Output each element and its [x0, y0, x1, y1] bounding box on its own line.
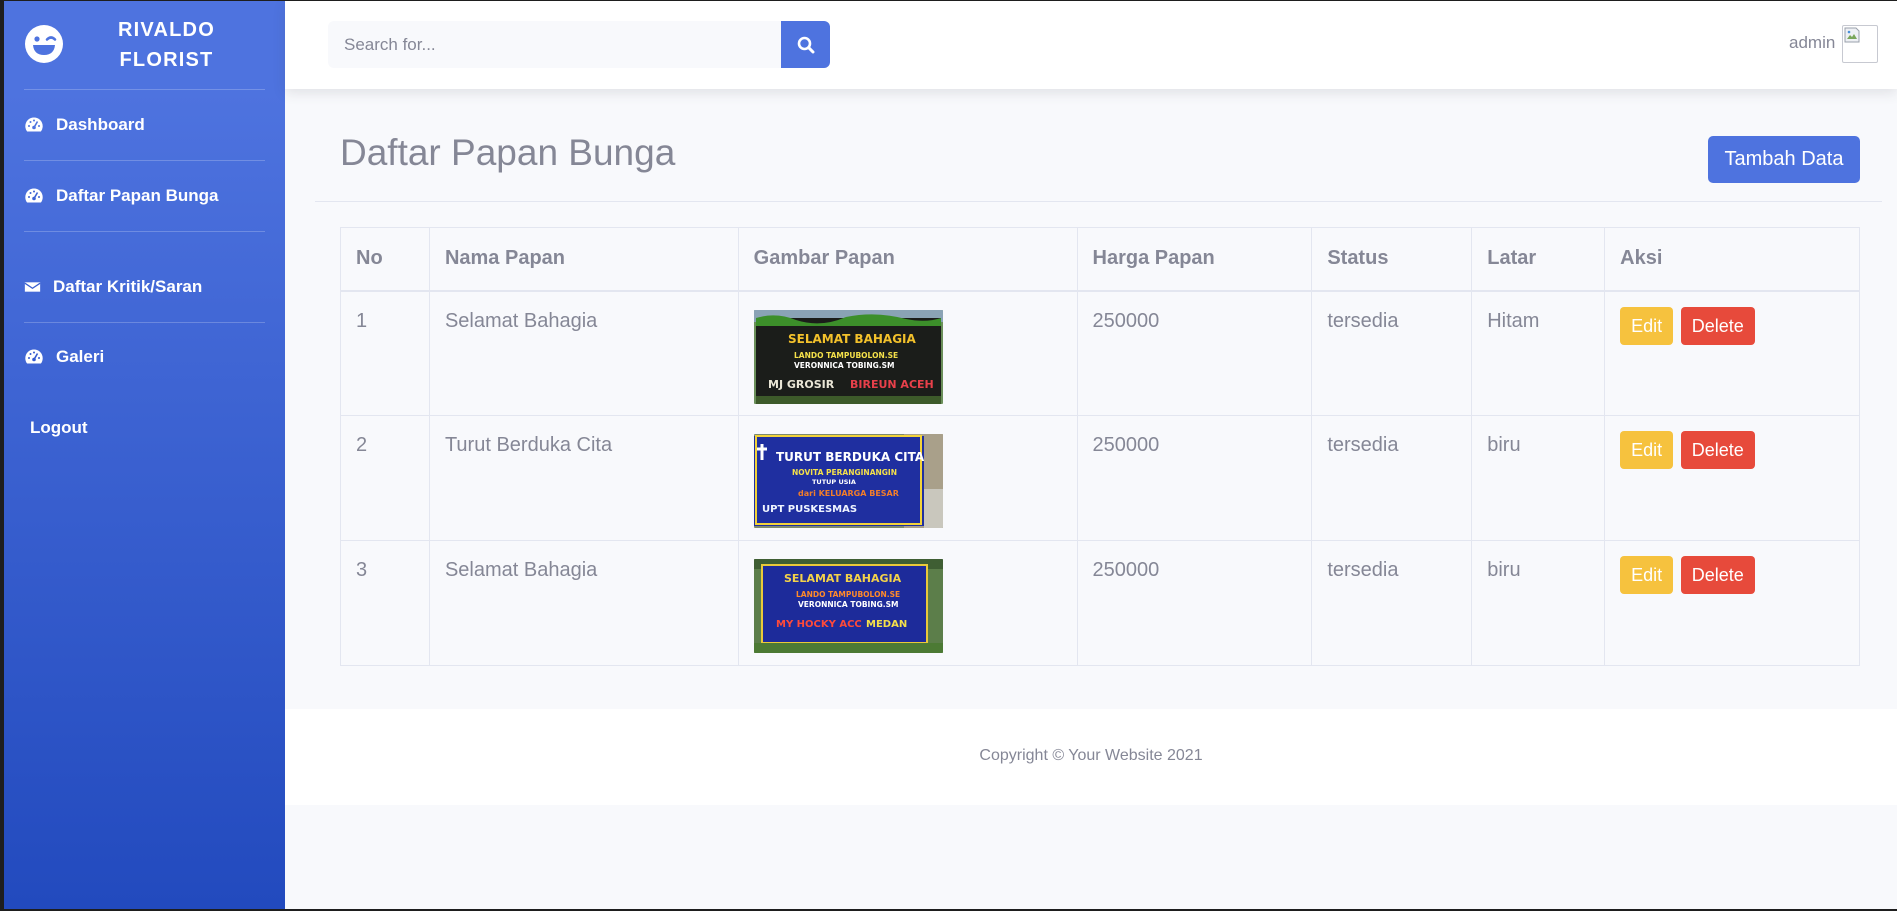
- cell-harga-papan: 250000: [1076, 290, 1313, 416]
- cell-latar: biru: [1471, 540, 1606, 666]
- sidebar-item-label: Dashboard: [56, 115, 145, 134]
- cell-nama-papan: Selamat Bahagia: [428, 540, 739, 666]
- cell-gambar-papan: SELAMAT BAHAGIA LANDO TAMPUBOLON.SE VERO…: [737, 290, 1078, 416]
- cell-no: 1: [340, 290, 430, 416]
- delete-button[interactable]: Delete: [1680, 431, 1755, 469]
- data-table: No Nama Papan Gambar Papan Harga Papan S…: [340, 227, 1860, 666]
- board-image: SELAMAT BAHAGIA LANDO TAMPUBOLON.SE VERO…: [753, 559, 943, 653]
- delete-button[interactable]: Delete: [1680, 556, 1755, 594]
- tachometer-icon: [25, 349, 43, 364]
- column-header-nama-papan: Nama Papan: [428, 227, 739, 292]
- board-image: TURUT BERDUKA CITA NOVITA PERANGINANGIN …: [753, 434, 943, 528]
- heading-divider: [315, 201, 1882, 202]
- copyright-text: Copyright © Your Website 2021: [979, 747, 1203, 764]
- svg-text:BIREUN ACEH: BIREUN ACEH: [850, 378, 934, 391]
- user-name[interactable]: admin: [1789, 33, 1835, 53]
- sidebar-item-label: Galeri: [56, 347, 105, 366]
- svg-text:UPT PUSKESMAS: UPT PUSKESMAS: [762, 504, 857, 515]
- svg-text:SELAMAT BAHAGIA: SELAMAT BAHAGIA: [784, 572, 902, 585]
- cell-gambar-papan: TURUT BERDUKA CITA NOVITA PERANGINANGIN …: [737, 415, 1078, 541]
- sidebar-item-daftar-papan-bunga[interactable]: Daftar Papan Bunga: [24, 181, 218, 211]
- cell-status: tersedia: [1311, 540, 1473, 666]
- search-input[interactable]: [328, 21, 781, 68]
- table-row: 2 Turut Berduka Cita TURUT BERDUKA CITA …: [340, 415, 1860, 541]
- sidebar: RIVALDO FLORIST Dashboard Daftar Papan B…: [4, 1, 285, 909]
- edit-button[interactable]: Edit: [1620, 556, 1674, 594]
- sidebar-brand[interactable]: RIVALDO FLORIST: [4, 1, 285, 89]
- sidebar-item-logout[interactable]: Logout: [30, 413, 88, 443]
- svg-text:LANDO TAMPUBOLON.SE: LANDO TAMPUBOLON.SE: [794, 351, 898, 360]
- tachometer-icon: [25, 117, 43, 132]
- svg-text:TUTUP USIA: TUTUP USIA: [812, 478, 856, 486]
- column-header-status: Status: [1311, 227, 1473, 292]
- sidebar-item-label: Daftar Papan Bunga: [56, 186, 219, 205]
- cell-gambar-papan: SELAMAT BAHAGIA LANDO TAMPUBOLON.SE VERO…: [737, 540, 1078, 666]
- sidebar-item-label: Logout: [30, 418, 88, 437]
- table-header-row: No Nama Papan Gambar Papan Harga Papan S…: [340, 227, 1860, 292]
- delete-button[interactable]: Delete: [1680, 306, 1755, 345]
- svg-text:MEDAN: MEDAN: [866, 619, 907, 630]
- cell-aksi: Edit Delete: [1604, 415, 1860, 541]
- cell-no: 3: [340, 540, 430, 666]
- sidebar-divider: [24, 322, 265, 323]
- column-header-aksi: Aksi: [1604, 227, 1860, 292]
- table-row: 3 Selamat Bahagia SELAMAT BAHAGIA LANDO …: [340, 540, 1860, 666]
- cell-harga-papan: 250000: [1076, 540, 1313, 666]
- table-row: 1 Selamat Bahagia SELAMAT BAHAGIA LANDO …: [340, 290, 1860, 416]
- svg-text:MJ GROSIR: MJ GROSIR: [768, 378, 835, 391]
- column-header-harga-papan: Harga Papan: [1076, 227, 1313, 292]
- column-header-gambar-papan: Gambar Papan: [737, 227, 1078, 292]
- brand-name: RIVALDO FLORIST: [118, 19, 215, 71]
- cell-latar: Hitam: [1471, 290, 1606, 416]
- column-header-no: No: [340, 227, 430, 292]
- broken-image-icon: [1844, 27, 1860, 43]
- sidebar-divider: [24, 89, 265, 90]
- sidebar-divider: [24, 160, 265, 161]
- sidebar-item-label: Daftar Kritik/Saran: [53, 277, 203, 296]
- envelope-icon: [24, 282, 41, 292]
- svg-text:NOVITA PERANGINANGIN: NOVITA PERANGINANGIN: [792, 468, 897, 477]
- search-button[interactable]: [781, 21, 830, 68]
- cell-aksi: Edit Delete: [1604, 290, 1860, 416]
- topbar: admin: [285, 1, 1897, 89]
- footer: Copyright © Your Website 2021: [285, 709, 1897, 805]
- column-header-latar: Latar: [1471, 227, 1606, 292]
- svg-text:VERONNICA TOBING.SM: VERONNICA TOBING.SM: [798, 600, 899, 609]
- cell-aksi: Edit Delete: [1604, 540, 1860, 666]
- svg-text:MY HOCKY ACC: MY HOCKY ACC: [776, 619, 862, 630]
- cell-nama-papan: Turut Berduka Cita: [428, 415, 739, 541]
- cell-status: tersedia: [1311, 415, 1473, 541]
- sidebar-item-dashboard[interactable]: Dashboard: [24, 110, 145, 140]
- cell-latar: biru: [1471, 415, 1606, 541]
- edit-button[interactable]: Edit: [1620, 431, 1674, 469]
- edit-button[interactable]: Edit: [1620, 306, 1674, 345]
- svg-text:VERONNICA TOBING.SM: VERONNICA TOBING.SM: [794, 361, 895, 370]
- page-title: Daftar Papan Bunga: [340, 132, 676, 173]
- search-icon: [797, 36, 814, 53]
- app-window: RIVALDO FLORIST Dashboard Daftar Papan B…: [4, 1, 1897, 909]
- cell-status: tersedia: [1311, 290, 1473, 416]
- cell-harga-papan: 250000: [1076, 415, 1313, 541]
- svg-text:SELAMAT BAHAGIA: SELAMAT BAHAGIA: [788, 332, 917, 346]
- sidebar-item-galeri[interactable]: Galeri: [24, 342, 104, 372]
- cell-no: 2: [340, 415, 430, 541]
- cell-nama-papan: Selamat Bahagia: [428, 290, 739, 416]
- laugh-wink-icon: [25, 25, 63, 63]
- svg-text:LANDO TAMPUBOLON.SE: LANDO TAMPUBOLON.SE: [796, 590, 900, 599]
- tambah-data-button[interactable]: Tambah Data: [1708, 136, 1860, 183]
- svg-text:TURUT BERDUKA CITA: TURUT BERDUKA CITA: [776, 450, 925, 464]
- board-image: SELAMAT BAHAGIA LANDO TAMPUBOLON.SE VERO…: [753, 309, 943, 404]
- sidebar-item-daftar-kritik-saran[interactable]: Daftar Kritik/Saran: [24, 272, 202, 302]
- sidebar-divider: [24, 231, 265, 232]
- tachometer-icon: [25, 188, 43, 203]
- avatar[interactable]: [1842, 25, 1878, 63]
- svg-text:dari KELUARGA BESAR: dari KELUARGA BESAR: [798, 489, 899, 498]
